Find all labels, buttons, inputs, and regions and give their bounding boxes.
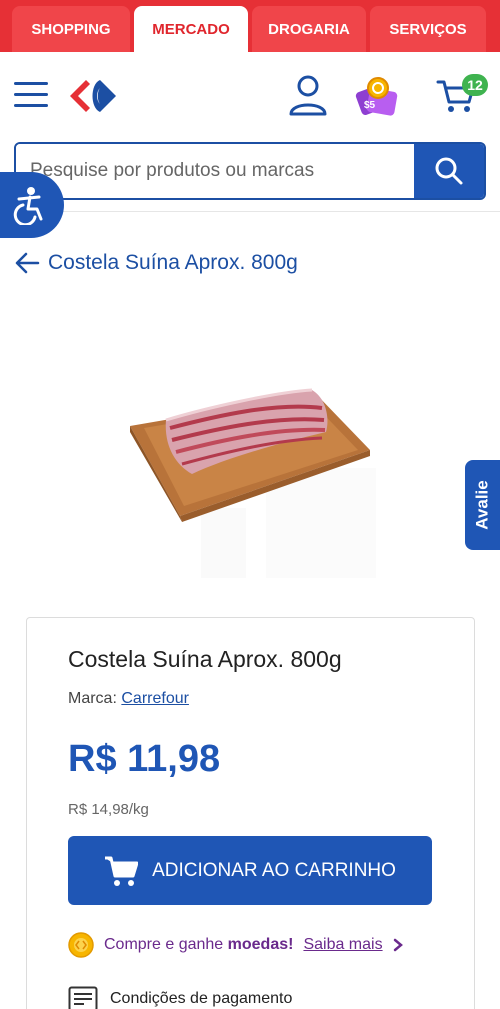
search-input[interactable]	[16, 144, 414, 198]
search-button[interactable]	[414, 144, 484, 198]
brand-row: Marca: Carrefour	[68, 690, 189, 708]
payment-conditions-label: Condições de pagamento	[110, 990, 293, 1007]
cart-count-badge: 12	[462, 74, 488, 96]
accessibility-icon	[13, 187, 43, 225]
coin-icon	[68, 932, 94, 958]
chevron-right-icon[interactable]	[393, 938, 403, 952]
coupon-coins-icon[interactable]: $5	[354, 74, 400, 118]
avalie-feedback-tab[interactable]: Avalie	[465, 460, 500, 550]
add-to-cart-button[interactable]: ADICIONAR AO CARRINHO	[68, 836, 432, 905]
avalie-label: Avalie	[472, 480, 492, 530]
product-name: Costela Suína Aprox. 800g	[68, 646, 342, 672]
product-price: R$ 11,98	[68, 738, 221, 780]
page-title: Costela Suína Aprox. 800g	[48, 251, 298, 274]
coins-text: Compre e ganhe moedas!	[104, 936, 294, 953]
menu-icon[interactable]	[14, 82, 48, 110]
cart-icon	[105, 856, 139, 886]
accessibility-button[interactable]	[0, 172, 64, 238]
back-arrow-icon	[15, 252, 40, 274]
tab-shopping[interactable]: SHOPPING	[12, 6, 130, 52]
header-divider	[0, 211, 500, 212]
carrefour-logo[interactable]	[66, 76, 122, 116]
store-tab-bar: SHOPPING MERCADO DROGARIA SERVIÇOS	[0, 0, 500, 52]
tab-mercado[interactable]: MERCADO	[134, 6, 248, 52]
search-icon	[435, 157, 463, 185]
product-image	[130, 388, 376, 578]
tab-servicos[interactable]: SERVIÇOS	[370, 6, 486, 52]
user-icon[interactable]	[288, 74, 328, 118]
brand-link[interactable]: Carrefour	[121, 690, 189, 707]
unit-price: R$ 14,98/kg	[68, 801, 149, 818]
add-to-cart-label: ADICIONAR AO CARRINHO	[152, 859, 396, 881]
saiba-mais-link[interactable]: Saiba mais	[303, 936, 382, 954]
brand-label: Marca:	[68, 690, 117, 707]
back-navigation[interactable]: Costela Suína Aprox. 800g	[14, 246, 298, 280]
payment-conditions-row[interactable]: Condições de pagamento	[68, 986, 292, 1009]
search-bar	[14, 142, 486, 200]
tab-drogaria[interactable]: DROGARIA	[252, 6, 366, 52]
coins-promo: Compre e ganhe moedas! Saiba mais	[68, 932, 403, 958]
payment-terms-icon	[68, 986, 98, 1009]
svg-text:$5: $5	[364, 100, 376, 111]
